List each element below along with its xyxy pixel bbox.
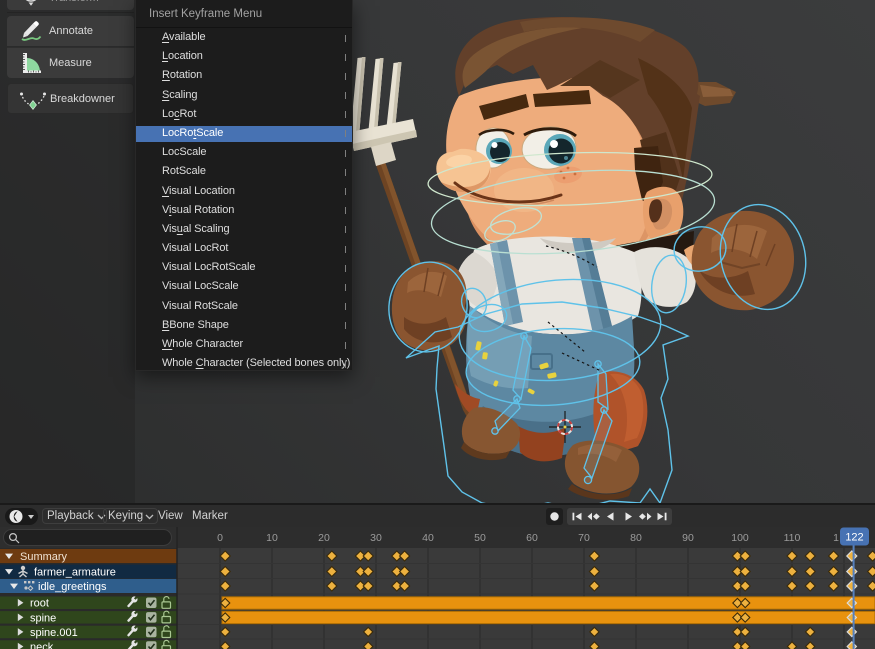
svg-text:spine.001: spine.001 <box>30 627 78 639</box>
svg-text:Summary: Summary <box>20 551 68 563</box>
svg-text:0: 0 <box>217 532 223 544</box>
svg-text:90: 90 <box>682 532 694 544</box>
svg-text:40: 40 <box>422 532 434 544</box>
svg-text:70: 70 <box>578 532 590 544</box>
svg-text:110: 110 <box>784 532 801 544</box>
svg-text:farmer_armature: farmer_armature <box>34 567 116 579</box>
svg-text:50: 50 <box>474 532 486 544</box>
svg-text:1: 1 <box>833 532 839 544</box>
svg-text:80: 80 <box>630 532 642 544</box>
svg-text:122: 122 <box>845 532 863 544</box>
svg-text:20: 20 <box>318 532 330 544</box>
svg-text:root: root <box>30 598 49 610</box>
svg-text:10: 10 <box>266 532 278 544</box>
svg-text:30: 30 <box>370 532 382 544</box>
svg-text:neck: neck <box>30 642 54 649</box>
svg-text:spine: spine <box>30 612 56 624</box>
svg-text:idle_greetings: idle_greetings <box>38 581 107 593</box>
svg-text:100: 100 <box>731 532 749 544</box>
svg-text:60: 60 <box>526 532 538 544</box>
